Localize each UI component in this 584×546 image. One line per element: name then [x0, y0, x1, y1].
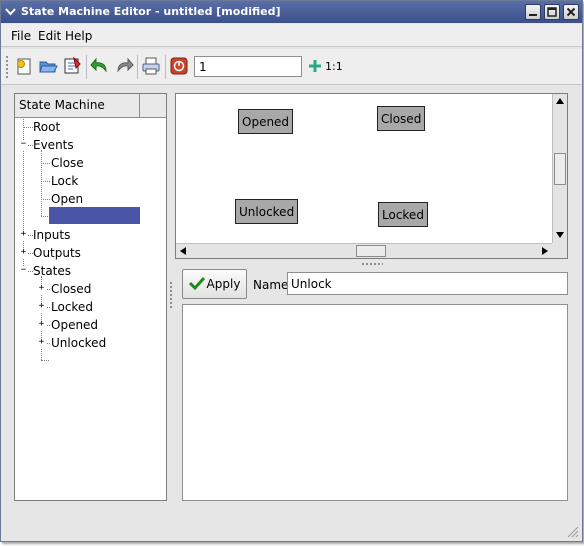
tree-item-new-event-editor[interactable]	[49, 207, 140, 224]
toolbar-grip[interactable]	[5, 55, 9, 79]
open-icon[interactable]	[37, 55, 59, 77]
menu-edit[interactable]: Edit	[38, 29, 61, 43]
new-icon[interactable]	[13, 55, 35, 77]
tree-line	[41, 181, 50, 182]
toolbar-separator	[86, 55, 87, 79]
resize-grip-icon[interactable]	[565, 524, 579, 538]
apply-button-label: Apply	[206, 277, 241, 291]
apply-button[interactable]: Apply	[182, 269, 247, 299]
vertical-splitter-handle[interactable]	[169, 281, 173, 309]
state-diagram-canvas[interactable]	[175, 93, 568, 259]
undo-icon[interactable]	[89, 55, 111, 77]
minimize-icon[interactable]	[525, 4, 541, 20]
canvas-horizontal-scrollbar[interactable]	[176, 243, 553, 258]
menu-file[interactable]: File	[11, 29, 31, 43]
state-node-opened[interactable]: Opened	[238, 109, 294, 134]
tree-header-label: State Machine	[15, 94, 140, 117]
window-menu-icon[interactable]	[3, 4, 18, 19]
scrollbar-corner	[552, 243, 567, 258]
description-text-area[interactable]	[182, 304, 568, 501]
name-field[interactable]	[287, 272, 568, 295]
horizontal-scroll-thumb[interactable]	[356, 245, 386, 257]
scroll-down-icon[interactable]	[553, 228, 567, 242]
name-field-label: Name	[253, 278, 289, 292]
zoom-in-icon[interactable]	[304, 55, 326, 77]
tree-item-state-closed[interactable]: Closed	[51, 282, 91, 296]
state-machine-tree[interactable]: State Machine	[14, 93, 167, 501]
tree-item-event-close[interactable]: Close	[51, 156, 84, 170]
tree-item-state-opened[interactable]: Opened	[51, 318, 98, 332]
state-node-unlocked[interactable]: Unlocked	[235, 199, 299, 224]
tree-item-events[interactable]: Events	[33, 138, 74, 152]
collapse-states-icon[interactable]: −	[19, 266, 28, 276]
toolbar-separator	[165, 55, 166, 79]
tree-item-outputs[interactable]: Outputs	[33, 246, 81, 260]
expand-outputs-icon[interactable]: +	[19, 248, 28, 258]
tree-line	[41, 360, 49, 361]
save-icon[interactable]	[61, 55, 83, 77]
menu-bar: File Edit Help	[1, 24, 582, 47]
state-node-closed[interactable]: Closed	[377, 106, 426, 131]
expand-inputs-icon[interactable]: +	[19, 230, 28, 240]
tree-item-states[interactable]: States	[33, 264, 71, 278]
tree-item-root[interactable]: Root	[33, 120, 60, 134]
horizontal-splitter-handle[interactable]	[361, 262, 383, 266]
maximize-icon[interactable]	[544, 4, 560, 20]
tree-item-event-open[interactable]: Open	[51, 192, 83, 206]
zoom-level-input[interactable]	[194, 56, 302, 77]
close-icon[interactable]	[563, 4, 579, 20]
menu-help[interactable]: Help	[65, 29, 92, 43]
tree-header[interactable]: State Machine	[15, 94, 166, 118]
title-bar[interactable]: State Machine Editor - untitled [modifie…	[1, 1, 582, 23]
tree-line	[23, 127, 33, 128]
tree-line	[41, 150, 42, 216]
redo-icon[interactable]	[113, 55, 135, 77]
window-title: State Machine Editor - untitled [modifie…	[21, 5, 281, 18]
tree-item-state-unlocked[interactable]: Unlocked	[51, 336, 106, 350]
collapse-events-icon[interactable]: −	[19, 140, 28, 150]
toolbar-separator	[137, 55, 138, 79]
stop-icon[interactable]	[168, 55, 190, 77]
checkmark-icon	[188, 276, 205, 293]
tree-line	[41, 199, 50, 200]
tree-item-event-lock[interactable]: Lock	[51, 174, 78, 188]
tree-item-inputs[interactable]: Inputs	[33, 228, 70, 242]
state-node-locked[interactable]: Locked	[378, 202, 428, 227]
expand-closed-icon[interactable]: +	[37, 284, 46, 294]
scroll-up-icon[interactable]	[553, 94, 567, 108]
print-icon[interactable]	[140, 55, 162, 77]
tree-item-state-locked[interactable]: Locked	[51, 300, 93, 314]
expand-opened-icon[interactable]: +	[37, 320, 46, 330]
main-window: State Machine Editor - untitled [modifie…	[0, 0, 583, 542]
tree-line	[41, 163, 50, 164]
scroll-right-icon[interactable]	[538, 244, 552, 258]
vertical-scroll-thumb[interactable]	[554, 153, 566, 185]
zoom-one-to-one-button[interactable]: 1:1	[325, 60, 343, 73]
canvas-vertical-scrollbar[interactable]	[552, 94, 567, 243]
scroll-left-icon[interactable]	[176, 244, 190, 258]
expand-unlocked-icon[interactable]: +	[37, 338, 46, 348]
expand-locked-icon[interactable]: +	[37, 302, 46, 312]
